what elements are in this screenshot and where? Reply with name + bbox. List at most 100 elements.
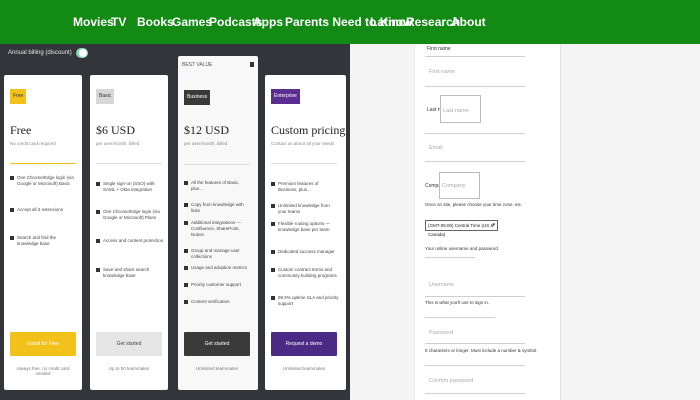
check-icon [10, 176, 14, 180]
divider [425, 317, 495, 318]
check-icon [271, 204, 275, 208]
lock-icon [250, 62, 254, 67]
feature-item: Single sign-on (SSO) with SAML + Okta in… [96, 181, 164, 193]
feature-item: Search and find the knowledge base [10, 235, 78, 247]
email-input[interactable]: Email [429, 145, 443, 151]
basic-get-started-button[interactable]: Get started [96, 332, 162, 356]
feature-item: Group and manage user collections [184, 248, 252, 260]
timezone-select[interactable]: (GMT-05:00) Central Time (US & Canada) ▾ [425, 220, 498, 237]
check-icon [271, 222, 275, 226]
nav-apps[interactable]: Apps [253, 15, 283, 29]
password-help-text: 8 characters or longer. Must include a n… [425, 348, 538, 353]
password-input[interactable]: Password [429, 330, 453, 336]
nav-books[interactable]: Books [137, 15, 174, 29]
feature-item: Copy from knowledge with links [184, 202, 252, 214]
support-icon [184, 283, 188, 287]
username-help-text: This is what you'll use to sign in. [425, 300, 490, 305]
request-demo-button[interactable]: Request a demo [271, 332, 337, 356]
feature-item: Accept all 3 extensions [10, 207, 78, 213]
company-input[interactable]: Company [439, 172, 480, 199]
first-name-field-line [425, 86, 525, 87]
plan-card-business: BEST VALUE Business $12 USD per user/mon… [178, 56, 258, 390]
timezone-label: Once on site, please choose your time zo… [425, 202, 523, 207]
feature-item: Unlimited knowledge from your teams [271, 203, 339, 215]
check-icon [96, 239, 100, 243]
plan-price: Free [10, 123, 32, 137]
password-underline [425, 343, 525, 344]
plan-badge: Basic [96, 89, 115, 104]
best-value-bar: BEST VALUE [178, 56, 258, 73]
top-navigation-bar: Movies TV Books Games Podcasts Apps Pare… [0, 0, 700, 44]
first-name-input[interactable]: First name [429, 69, 455, 75]
plan-price: Custom pricing [271, 123, 346, 137]
plan-subtitle: per user/month, billed [184, 141, 228, 146]
feature-item: Premium features of Business, plus... [271, 181, 339, 193]
plan-card-free: Free Free No credit card required One Ch… [4, 75, 82, 390]
feature-item: Custom contract terms and community buil… [271, 267, 339, 279]
first-name-underline [425, 56, 525, 57]
account-section-label: Your online username and password [425, 246, 498, 251]
check-icon [10, 208, 14, 212]
company-placeholder: Company [442, 183, 466, 189]
feature-item: Dedicated success manager [271, 249, 339, 255]
divider [10, 163, 76, 164]
confirm-password-input[interactable]: Confirm password [429, 378, 473, 384]
arrow-icon [184, 181, 188, 185]
feature-item: One Chrome/Edge login (via Google or Mic… [10, 175, 78, 187]
first-name-label: First name [427, 46, 451, 52]
business-get-started-button[interactable]: Get started [184, 332, 250, 356]
username-input[interactable]: Username [429, 282, 454, 288]
verified-icon [184, 300, 188, 304]
billing-toggle-row: Annual billing (discount) [8, 48, 88, 58]
confirm-password-underline [425, 393, 525, 394]
plan-footnote: Always free, no credit card needed [16, 366, 70, 376]
feature-item: 99.9% uptime SLA and priority support [271, 295, 339, 307]
feature-item: Access and content protection [96, 238, 164, 244]
feature-item: Flexible routing options — knowledge bas… [271, 221, 339, 233]
link-icon [184, 203, 188, 207]
install-free-button[interactable]: Install for Free [10, 332, 76, 356]
last-name-placeholder: Last name [443, 108, 469, 114]
billing-toggle-switch[interactable] [75, 48, 88, 58]
check-icon [96, 268, 100, 272]
plan-footnote: Unlimited teammates [282, 366, 326, 371]
best-value-label: BEST VALUE [182, 61, 213, 68]
check-icon [96, 182, 100, 186]
divider [425, 133, 525, 134]
feature-item: All the features of Basic, plus... [184, 180, 252, 192]
nav-about[interactable]: About [451, 15, 486, 29]
nav-games[interactable]: Games [172, 15, 212, 29]
plan-footnote: Up to 50 teammates [108, 366, 150, 371]
plan-subtitle: Contact us about all your needs [271, 141, 335, 146]
feature-item: Save and share search knowledge base [96, 267, 164, 279]
nav-tv[interactable]: TV [111, 15, 126, 29]
feature-item: Additional integrations — Confluence, Sh… [184, 220, 252, 238]
divider [425, 365, 525, 366]
integration-icon [184, 221, 188, 225]
feature-item: One Chrome/Edge login (via Google or Mic… [96, 209, 164, 221]
check-icon [96, 210, 100, 214]
feature-item: Usage and adoption metrics [184, 265, 252, 271]
collection-icon [184, 249, 188, 253]
metrics-icon [184, 266, 188, 270]
divider [425, 257, 475, 258]
plan-price: $12 USD [184, 123, 230, 137]
billing-toggle-label: Annual billing (discount) [8, 50, 72, 56]
plan-subtitle: per user/month, billed [96, 141, 140, 146]
check-icon [271, 268, 275, 272]
email-underline [425, 161, 525, 162]
plan-footnote: Unlimited teammates [195, 366, 239, 371]
last-name-input[interactable]: Last name [440, 95, 481, 123]
chevron-down-icon: ▾ [492, 222, 495, 228]
plan-badge: Enterprise [271, 89, 300, 104]
divider [271, 163, 337, 164]
plan-subtitle: No credit card required [10, 141, 56, 146]
check-icon [271, 250, 275, 254]
plan-price: $6 USD [96, 123, 136, 137]
page-scrollbar[interactable] [690, 44, 700, 400]
feature-item: Content verification [184, 299, 252, 305]
nav-movies[interactable]: Movies [73, 15, 114, 29]
plan-card-enterprise: Enterprise Custom pricing Contact us abo… [265, 75, 346, 390]
nav-latino[interactable]: Latino [370, 15, 406, 29]
plan-badge: Free [10, 89, 27, 104]
